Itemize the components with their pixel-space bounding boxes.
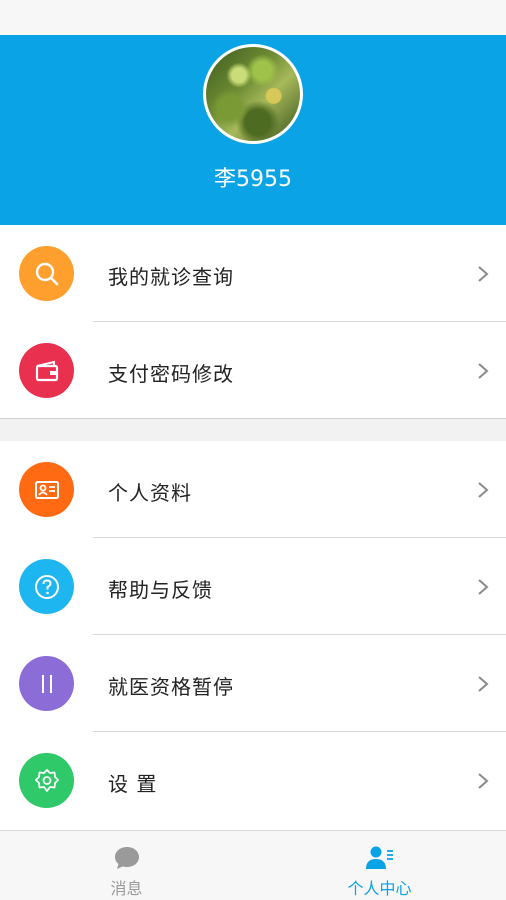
user-icon xyxy=(365,846,393,869)
menu-item-label: 支付密码修改 xyxy=(108,362,234,386)
chevron-right-icon xyxy=(478,676,489,692)
menu-item-settings[interactable]: 设 置 xyxy=(0,732,506,829)
gear-icon xyxy=(19,753,74,808)
menu-item-help-feedback[interactable]: 帮助与反馈 xyxy=(0,538,506,635)
chat-bubble-icon xyxy=(114,847,139,869)
search-icon xyxy=(19,246,74,301)
wallet-icon xyxy=(19,343,74,398)
menu-item-label: 就医资格暂停 xyxy=(108,675,234,699)
id-card-icon xyxy=(19,462,74,517)
menu-item-label: 设 置 xyxy=(108,772,158,796)
menu-item-label: 帮助与反馈 xyxy=(108,578,213,602)
profile-header: 李5955 xyxy=(0,35,506,225)
bottom-nav: 消息 个人中心 xyxy=(0,830,506,900)
chevron-right-icon xyxy=(478,773,489,789)
status-bar xyxy=(0,0,506,35)
tab-messages-label: 消息 xyxy=(110,879,143,898)
menu-group-1: 我的就诊查询 支付密码修改 xyxy=(0,225,506,419)
menu-item-personal-info[interactable]: 个人资料 xyxy=(0,441,506,538)
tab-profile-label: 个人中心 xyxy=(347,879,412,898)
menu-group-2: 个人资料 帮助与反馈 就医资格暂停 设 置 xyxy=(0,441,506,830)
menu-item-visit-query[interactable]: 我的就诊查询 xyxy=(0,225,506,322)
menu-item-suspend-eligibility[interactable]: 就医资格暂停 xyxy=(0,635,506,732)
chevron-right-icon xyxy=(478,579,489,595)
username: 李5955 xyxy=(214,167,292,192)
menu-item-label: 我的就诊查询 xyxy=(108,265,234,289)
menu-item-pay-password[interactable]: 支付密码修改 xyxy=(0,322,506,419)
help-icon xyxy=(19,559,74,614)
chevron-right-icon xyxy=(478,266,489,282)
chevron-right-icon xyxy=(478,363,489,379)
chevron-right-icon xyxy=(478,482,489,498)
avatar[interactable] xyxy=(203,44,303,144)
tab-profile[interactable]: 个人中心 xyxy=(253,831,506,900)
menu-item-label: 个人资料 xyxy=(108,481,192,505)
pause-icon xyxy=(19,656,74,711)
tab-messages[interactable]: 消息 xyxy=(0,831,253,900)
